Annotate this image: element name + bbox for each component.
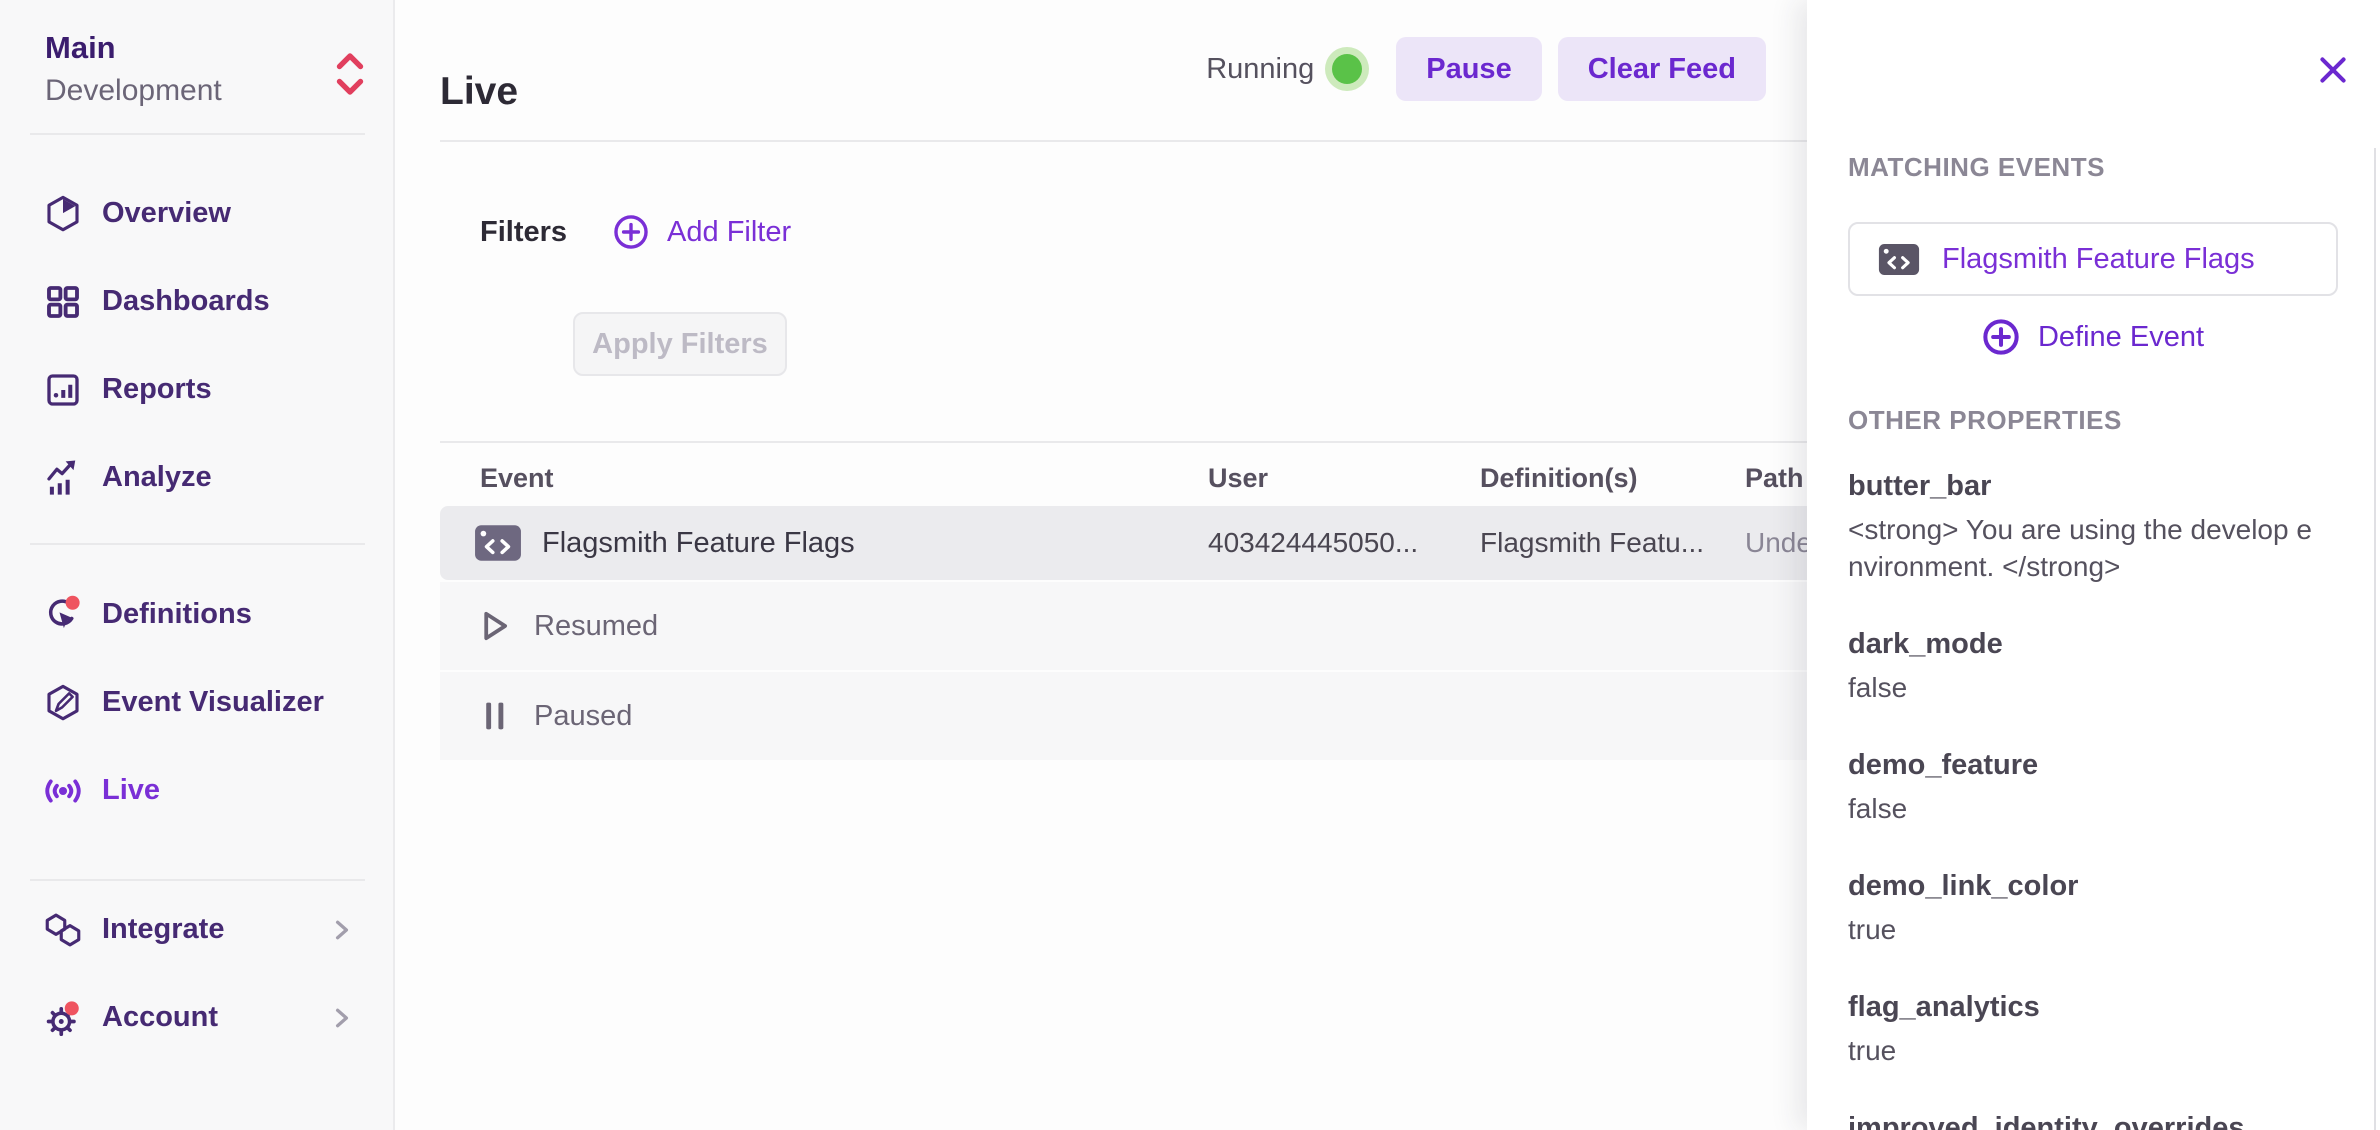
sidebar-item-label: Integrate — [102, 913, 224, 946]
sidebar-divider — [30, 133, 365, 135]
sidebar-item-dashboards[interactable]: Dashboards — [0, 257, 395, 345]
apply-filters-button[interactable]: Apply Filters — [573, 312, 787, 376]
sidebar-item-integrate[interactable]: Integrate — [0, 885, 395, 973]
chevron-up-down-icon[interactable] — [332, 50, 368, 103]
account-icon — [42, 997, 84, 1039]
property-value: <strong> You are using the develop e nvi… — [1848, 511, 2348, 585]
table-header-row: Event User Definition(s) Path — [440, 450, 1807, 506]
add-filter-label: Add Filter — [667, 216, 791, 249]
definitions-icon — [42, 594, 84, 636]
clear-feed-button[interactable]: Clear Feed — [1558, 37, 1766, 101]
sidebar-item-live[interactable]: Live — [0, 746, 395, 834]
live-feed-table: Event User Definition(s) Path Flagsmith … — [440, 450, 1807, 760]
chevron-right-icon — [331, 1007, 353, 1034]
close-icon[interactable] — [2315, 52, 2355, 92]
sidebar-item-label: Analyze — [102, 461, 212, 494]
property-name: improved_identity_overrides — [1848, 1112, 2348, 1130]
live-icon — [42, 770, 84, 812]
pause-icon — [474, 696, 514, 736]
matching-event-name: Flagsmith Feature Flags — [1942, 243, 2255, 276]
sidebar: Main Development Overview — [0, 0, 395, 1130]
table-row[interactable]: Flagsmith Feature Flags 403424445050... … — [440, 506, 1807, 580]
event-name: Resumed — [534, 610, 658, 643]
table-divider — [440, 441, 1807, 443]
pause-button[interactable]: Pause — [1396, 37, 1541, 101]
property-name: butter_bar — [1848, 470, 2348, 503]
property-value: false — [1848, 669, 2348, 706]
header-divider — [440, 140, 1807, 142]
page-title: Live — [440, 70, 518, 114]
event-visualizer-icon — [42, 682, 84, 724]
property-name: flag_analytics — [1848, 991, 2348, 1024]
plus-circle-icon — [613, 214, 649, 250]
code-window-icon — [474, 522, 522, 564]
sidebar-item-label: Account — [102, 1001, 218, 1034]
running-status-dot — [1332, 54, 1362, 84]
feed-controls: Running Pause Clear Feed — [1206, 36, 1766, 102]
sidebar-item-definitions[interactable]: Definitions — [0, 570, 395, 658]
environment-switcher[interactable]: Main Development — [0, 22, 395, 122]
sidebar-item-label: Live — [102, 774, 160, 807]
add-filter-button[interactable]: Add Filter — [613, 214, 791, 250]
define-event-label: Define Event — [2038, 321, 2204, 354]
event-name: Paused — [534, 700, 632, 733]
chevron-right-icon — [331, 919, 353, 946]
play-icon — [474, 606, 514, 646]
define-event-button[interactable]: Define Event — [1848, 312, 2338, 362]
analyze-icon — [42, 457, 84, 499]
property-item: flag_analytics true — [1848, 991, 2348, 1069]
matching-events-label: MATCHING EVENTS — [1848, 152, 2105, 183]
property-value: true — [1848, 1032, 2348, 1069]
sidebar-item-label: Definitions — [102, 598, 252, 631]
column-header-definitions: Definition(s) — [1480, 463, 1745, 494]
main-content: Live Running Pause Clear Feed Filters Ad… — [397, 0, 1807, 1130]
definition-name: Flagsmith Featu... — [1480, 527, 1745, 559]
user-id: 403424445050... — [1208, 527, 1480, 559]
properties-list: butter_bar <strong> You are using the de… — [1848, 470, 2348, 1130]
project-name: Main — [45, 30, 116, 66]
panel-scrollbar[interactable] — [2374, 148, 2376, 1130]
path-value: Unde — [1745, 527, 1812, 559]
property-value: true — [1848, 911, 2348, 948]
environment-name: Development — [45, 74, 222, 108]
sidebar-item-account[interactable]: Account — [0, 973, 395, 1061]
column-header-user: User — [1208, 463, 1480, 494]
property-name: dark_mode — [1848, 628, 2348, 661]
reports-icon — [42, 369, 84, 411]
plus-circle-icon — [1982, 318, 2020, 356]
table-row[interactable]: Resumed — [440, 580, 1807, 670]
event-name: Flagsmith Feature Flags — [542, 527, 855, 560]
property-item: butter_bar <strong> You are using the de… — [1848, 470, 2348, 585]
sidebar-divider — [30, 543, 365, 545]
integrate-icon — [42, 909, 84, 951]
table-row[interactable]: Paused — [440, 670, 1807, 760]
filters-label: Filters — [480, 216, 567, 249]
sidebar-divider — [30, 879, 365, 881]
event-details-panel: MATCHING EVENTS Flagsmith Feature Flags … — [1807, 0, 2380, 1130]
sidebar-item-label: Reports — [102, 373, 212, 406]
column-header-path: Path — [1745, 463, 1807, 494]
column-header-event: Event — [440, 463, 1208, 494]
matching-event-item[interactable]: Flagsmith Feature Flags — [1848, 222, 2338, 296]
sidebar-item-reports[interactable]: Reports — [0, 345, 395, 433]
dashboards-icon — [42, 281, 84, 323]
property-value: false — [1848, 790, 2348, 827]
sidebar-item-event-visualizer[interactable]: Event Visualizer — [0, 658, 395, 746]
app-root: Main Development Overview — [0, 0, 2380, 1130]
code-window-icon — [1878, 241, 1920, 278]
property-item: improved_identity_overrides false — [1848, 1112, 2348, 1130]
sidebar-item-label: Overview — [102, 197, 231, 230]
sidebar-item-overview[interactable]: Overview — [0, 169, 395, 257]
sidebar-item-label: Dashboards — [102, 285, 270, 318]
property-name: demo_feature — [1848, 749, 2348, 782]
overview-icon — [42, 193, 84, 235]
sidebar-item-label: Event Visualizer — [102, 686, 324, 719]
property-item: demo_feature false — [1848, 749, 2348, 827]
sidebar-item-analyze[interactable]: Analyze — [0, 433, 395, 521]
feed-status-label: Running — [1206, 53, 1314, 86]
property-item: demo_link_color true — [1848, 870, 2348, 948]
other-properties-label: OTHER PROPERTIES — [1848, 405, 2122, 436]
property-name: demo_link_color — [1848, 870, 2348, 903]
property-item: dark_mode false — [1848, 628, 2348, 706]
